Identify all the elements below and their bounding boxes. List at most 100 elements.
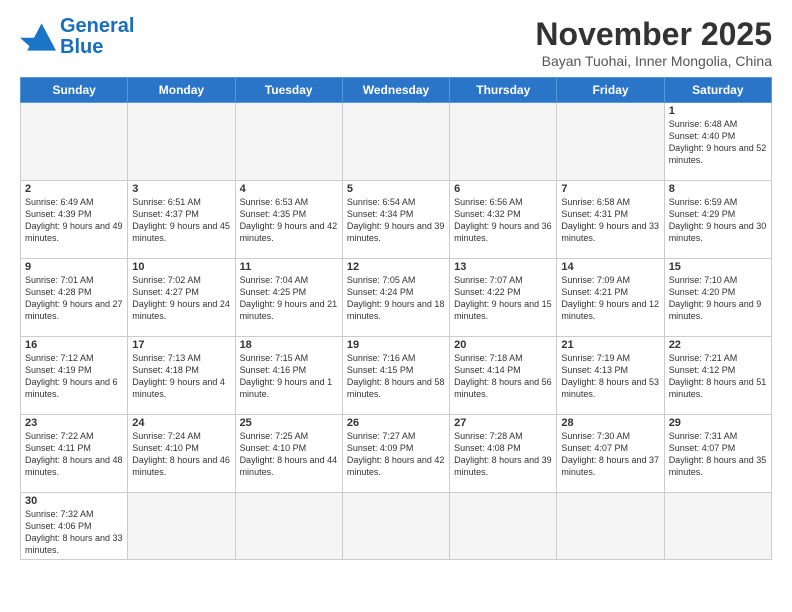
day-cell: 11Sunrise: 7:04 AM Sunset: 4:25 PM Dayli…: [235, 259, 342, 337]
day-number: 30: [25, 495, 123, 507]
page: GeneralBlue November 2025 Bayan Tuohai, …: [0, 0, 792, 612]
day-cell: [128, 103, 235, 181]
day-number: 14: [561, 261, 659, 273]
day-info: Sunrise: 7:04 AM Sunset: 4:25 PM Dayligh…: [240, 274, 338, 323]
day-cell: 21Sunrise: 7:19 AM Sunset: 4:13 PM Dayli…: [557, 337, 664, 415]
day-number: 22: [669, 339, 767, 351]
day-cell: [235, 493, 342, 560]
day-cell: 3Sunrise: 6:51 AM Sunset: 4:37 PM Daylig…: [128, 181, 235, 259]
day-number: 9: [25, 261, 123, 273]
day-cell: 9Sunrise: 7:01 AM Sunset: 4:28 PM Daylig…: [21, 259, 128, 337]
day-number: 13: [454, 261, 552, 273]
day-number: 24: [132, 417, 230, 429]
day-number: 16: [25, 339, 123, 351]
day-number: 19: [347, 339, 445, 351]
day-cell: [342, 103, 449, 181]
header: GeneralBlue November 2025 Bayan Tuohai, …: [20, 16, 772, 69]
day-number: 7: [561, 183, 659, 195]
day-info: Sunrise: 6:58 AM Sunset: 4:31 PM Dayligh…: [561, 196, 659, 245]
day-cell: 22Sunrise: 7:21 AM Sunset: 4:12 PM Dayli…: [664, 337, 771, 415]
day-cell: 7Sunrise: 6:58 AM Sunset: 4:31 PM Daylig…: [557, 181, 664, 259]
day-info: Sunrise: 7:09 AM Sunset: 4:21 PM Dayligh…: [561, 274, 659, 323]
day-info: Sunrise: 7:10 AM Sunset: 4:20 PM Dayligh…: [669, 274, 767, 323]
day-number: 18: [240, 339, 338, 351]
location: Bayan Tuohai, Inner Mongolia, China: [535, 53, 772, 69]
day-info: Sunrise: 7:31 AM Sunset: 4:07 PM Dayligh…: [669, 430, 767, 479]
day-cell: 15Sunrise: 7:10 AM Sunset: 4:20 PM Dayli…: [664, 259, 771, 337]
day-info: Sunrise: 7:30 AM Sunset: 4:07 PM Dayligh…: [561, 430, 659, 479]
weekday-header-monday: Monday: [128, 78, 235, 103]
week-row-2: 2Sunrise: 6:49 AM Sunset: 4:39 PM Daylig…: [21, 181, 772, 259]
day-cell: [450, 103, 557, 181]
day-info: Sunrise: 7:02 AM Sunset: 4:27 PM Dayligh…: [132, 274, 230, 323]
day-info: Sunrise: 7:28 AM Sunset: 4:08 PM Dayligh…: [454, 430, 552, 479]
weekday-header-thursday: Thursday: [450, 78, 557, 103]
title-block: November 2025 Bayan Tuohai, Inner Mongol…: [535, 16, 772, 69]
day-info: Sunrise: 7:24 AM Sunset: 4:10 PM Dayligh…: [132, 430, 230, 479]
day-number: 6: [454, 183, 552, 195]
day-number: 15: [669, 261, 767, 273]
day-cell: 1Sunrise: 6:48 AM Sunset: 4:40 PM Daylig…: [664, 103, 771, 181]
day-cell: 23Sunrise: 7:22 AM Sunset: 4:11 PM Dayli…: [21, 415, 128, 493]
day-info: Sunrise: 7:22 AM Sunset: 4:11 PM Dayligh…: [25, 430, 123, 479]
week-row-5: 23Sunrise: 7:22 AM Sunset: 4:11 PM Dayli…: [21, 415, 772, 493]
generalblue-icon: [20, 23, 56, 51]
weekday-header-saturday: Saturday: [664, 78, 771, 103]
day-cell: 24Sunrise: 7:24 AM Sunset: 4:10 PM Dayli…: [128, 415, 235, 493]
day-info: Sunrise: 7:13 AM Sunset: 4:18 PM Dayligh…: [132, 352, 230, 401]
day-number: 1: [669, 105, 767, 117]
logo-text: GeneralBlue: [60, 16, 134, 58]
day-number: 26: [347, 417, 445, 429]
week-row-4: 16Sunrise: 7:12 AM Sunset: 4:19 PM Dayli…: [21, 337, 772, 415]
day-number: 28: [561, 417, 659, 429]
day-cell: 25Sunrise: 7:25 AM Sunset: 4:10 PM Dayli…: [235, 415, 342, 493]
calendar: SundayMondayTuesdayWednesdayThursdayFrid…: [20, 77, 772, 560]
day-number: 29: [669, 417, 767, 429]
day-info: Sunrise: 7:05 AM Sunset: 4:24 PM Dayligh…: [347, 274, 445, 323]
day-info: Sunrise: 7:18 AM Sunset: 4:14 PM Dayligh…: [454, 352, 552, 401]
day-cell: 29Sunrise: 7:31 AM Sunset: 4:07 PM Dayli…: [664, 415, 771, 493]
day-number: 3: [132, 183, 230, 195]
month-title: November 2025: [535, 16, 772, 53]
day-info: Sunrise: 6:48 AM Sunset: 4:40 PM Dayligh…: [669, 118, 767, 167]
weekday-header-friday: Friday: [557, 78, 664, 103]
weekday-header-row: SundayMondayTuesdayWednesdayThursdayFrid…: [21, 78, 772, 103]
day-number: 25: [240, 417, 338, 429]
day-info: Sunrise: 7:16 AM Sunset: 4:15 PM Dayligh…: [347, 352, 445, 401]
day-number: 4: [240, 183, 338, 195]
day-cell: 2Sunrise: 6:49 AM Sunset: 4:39 PM Daylig…: [21, 181, 128, 259]
day-cell: 6Sunrise: 6:56 AM Sunset: 4:32 PM Daylig…: [450, 181, 557, 259]
day-cell: 20Sunrise: 7:18 AM Sunset: 4:14 PM Dayli…: [450, 337, 557, 415]
day-number: 20: [454, 339, 552, 351]
logo: GeneralBlue: [20, 16, 134, 58]
day-info: Sunrise: 6:54 AM Sunset: 4:34 PM Dayligh…: [347, 196, 445, 245]
day-number: 17: [132, 339, 230, 351]
day-cell: 30Sunrise: 7:32 AM Sunset: 4:06 PM Dayli…: [21, 493, 128, 560]
week-row-6: 30Sunrise: 7:32 AM Sunset: 4:06 PM Dayli…: [21, 493, 772, 560]
day-number: 21: [561, 339, 659, 351]
day-info: Sunrise: 7:32 AM Sunset: 4:06 PM Dayligh…: [25, 508, 123, 557]
day-info: Sunrise: 7:15 AM Sunset: 4:16 PM Dayligh…: [240, 352, 338, 401]
day-info: Sunrise: 6:53 AM Sunset: 4:35 PM Dayligh…: [240, 196, 338, 245]
day-number: 12: [347, 261, 445, 273]
day-info: Sunrise: 7:25 AM Sunset: 4:10 PM Dayligh…: [240, 430, 338, 479]
day-cell: [557, 493, 664, 560]
day-info: Sunrise: 7:01 AM Sunset: 4:28 PM Dayligh…: [25, 274, 123, 323]
day-info: Sunrise: 6:56 AM Sunset: 4:32 PM Dayligh…: [454, 196, 552, 245]
day-info: Sunrise: 6:59 AM Sunset: 4:29 PM Dayligh…: [669, 196, 767, 245]
day-cell: 4Sunrise: 6:53 AM Sunset: 4:35 PM Daylig…: [235, 181, 342, 259]
day-number: 8: [669, 183, 767, 195]
day-number: 27: [454, 417, 552, 429]
weekday-header-sunday: Sunday: [21, 78, 128, 103]
day-info: Sunrise: 6:51 AM Sunset: 4:37 PM Dayligh…: [132, 196, 230, 245]
day-number: 11: [240, 261, 338, 273]
day-info: Sunrise: 7:27 AM Sunset: 4:09 PM Dayligh…: [347, 430, 445, 479]
day-cell: [342, 493, 449, 560]
day-cell: 19Sunrise: 7:16 AM Sunset: 4:15 PM Dayli…: [342, 337, 449, 415]
day-info: Sunrise: 7:21 AM Sunset: 4:12 PM Dayligh…: [669, 352, 767, 401]
day-cell: [664, 493, 771, 560]
day-cell: 27Sunrise: 7:28 AM Sunset: 4:08 PM Dayli…: [450, 415, 557, 493]
weekday-header-wednesday: Wednesday: [342, 78, 449, 103]
day-cell: 5Sunrise: 6:54 AM Sunset: 4:34 PM Daylig…: [342, 181, 449, 259]
day-cell: [235, 103, 342, 181]
